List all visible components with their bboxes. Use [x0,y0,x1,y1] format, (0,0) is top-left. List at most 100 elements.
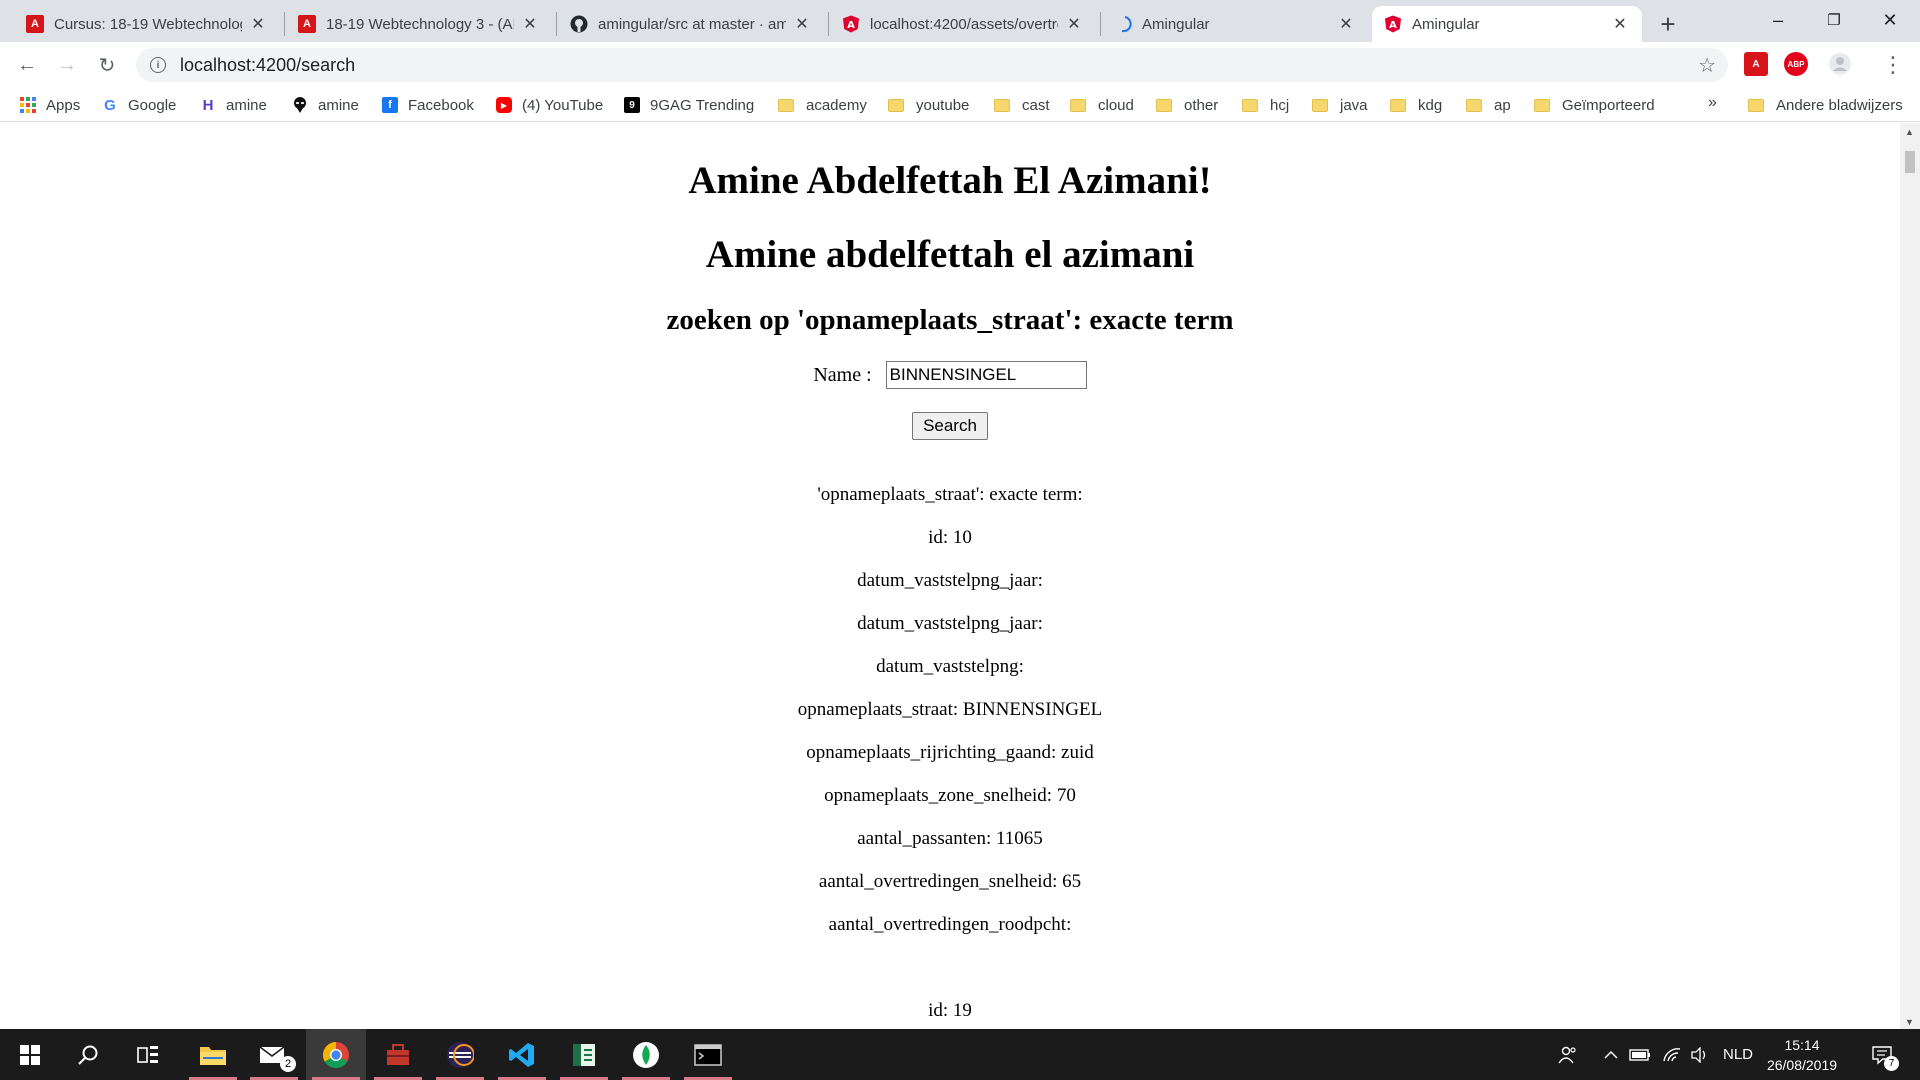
reload-button[interactable]: ↻ [90,48,124,82]
bookmark-label: cast [1022,96,1050,114]
acrobat-icon: A [298,15,316,33]
search-button[interactable]: Search [912,412,988,440]
volume-icon[interactable] [1688,1029,1712,1080]
bookmark-label: hcj [1270,96,1290,114]
taskbar-vscode[interactable] [492,1029,552,1080]
result-field: datum_vaststelpng_jaar: [857,613,1043,634]
search-button[interactable] [58,1029,118,1080]
bookmark-folder-java[interactable]: java [1312,94,1368,116]
svg-text:A: A [1389,20,1397,31]
browser-tab[interactable]: Amingular ✕ [1102,6,1368,42]
taskbar-chrome[interactable] [306,1029,366,1080]
close-icon[interactable]: ✕ [248,14,268,34]
bookmark-youtube[interactable]: ▶ (4) YouTube [496,94,603,116]
bookmark-label: Facebook [408,96,474,114]
close-icon[interactable]: ✕ [1064,14,1084,34]
people-icon[interactable] [1554,1029,1582,1080]
language-indicator[interactable]: NLD [1718,1029,1758,1080]
taskbar-file-explorer[interactable] [183,1029,243,1080]
apps-grid-icon [20,97,36,113]
maximize-button[interactable]: ❐ [1806,0,1862,40]
scrollbar-thumb[interactable] [1905,151,1915,173]
name-input[interactable] [885,361,1087,389]
taskbar-spreadsheet[interactable] [554,1029,614,1080]
alien-icon [292,97,308,113]
new-tab-button[interactable]: + [1652,8,1684,40]
bookmark-folder-hcj[interactable]: hcj [1242,94,1289,116]
close-icon[interactable]: ✕ [520,14,540,34]
folder-icon [1466,98,1482,112]
bookmark-folder-youtube[interactable]: youtube [888,94,969,116]
result-field: opnameplaats_rijrichting_gaand: zuid [806,742,1094,763]
tab-title: Cursus: 18-19 Webtechnolog [54,15,242,33]
close-icon[interactable]: ✕ [1336,14,1356,34]
close-icon[interactable]: ✕ [1610,14,1630,34]
9gag-icon: 9 [624,97,640,113]
close-window-button[interactable]: ✕ [1862,0,1918,40]
notification-badge: 7 [1884,1056,1899,1071]
address-bar[interactable]: i localhost:4200/search ☆ [136,48,1728,82]
bookmark-amine-alien[interactable]: amine [292,94,359,116]
menu-button[interactable]: ⋮ [1876,48,1910,82]
spreadsheet-icon [573,1043,595,1066]
arrow-right-icon: → [57,53,77,76]
result-field: aantal_overtredingen_roodpcht: [828,914,1072,935]
bookmark-folder-geimporteerd[interactable]: Geïmporteerd [1534,94,1655,116]
close-icon[interactable]: ✕ [792,14,812,34]
page-scrollbar[interactable]: ▲ ▼ [1900,123,1920,1029]
taskbar-mail[interactable]: 2 [244,1029,304,1080]
bookmark-label: amine [226,96,267,114]
bookmark-folder-other[interactable]: other [1156,94,1218,116]
bookmark-folder-cast[interactable]: cast [994,94,1050,116]
bookmark-star-icon[interactable]: ☆ [1698,53,1716,78]
back-button[interactable]: ← [10,48,44,82]
browser-tab[interactable]: amingular/src at master · ami ✕ [558,6,824,42]
tab-title: Amingular [1142,15,1210,33]
bookmark-folder-cloud[interactable]: cloud [1070,94,1134,116]
notification-center-button[interactable]: 7 [1862,1029,1902,1080]
taskbar-terminal[interactable] [678,1029,738,1080]
bookmark-folder-academy[interactable]: academy [778,94,867,116]
info-icon[interactable]: i [150,57,166,73]
bookmark-apps[interactable]: Apps [20,94,80,116]
minimize-button[interactable]: – [1750,0,1806,40]
profile-avatar[interactable] [1828,52,1852,76]
browser-tab-active[interactable]: A Amingular ✕ [1372,6,1642,42]
acrobat-extension-icon[interactable]: A [1744,52,1768,76]
bookmarks-overflow-button[interactable]: » [1708,94,1717,112]
scroll-down-icon[interactable]: ▼ [1905,1017,1914,1027]
browser-tab[interactable]: A 18-19 Webtechnology 3 - (AI ✕ [286,6,552,42]
forward-button[interactable]: → [50,48,84,82]
other-bookmarks-folder[interactable]: Andere bladwijzers [1748,94,1903,116]
task-view-button[interactable] [118,1029,178,1080]
page-subtitle: Amine abdelfettah el azimani [705,233,1195,276]
tab-separator [828,12,829,36]
browser-tab[interactable]: A localhost:4200/assets/overtre ✕ [830,6,1096,42]
tab-title: Amingular [1412,15,1480,33]
system-clock[interactable]: 15:14 26/08/2019 [1762,1035,1842,1075]
result-field: datum_vaststelpng_jaar: [857,570,1043,591]
bookmark-folder-kdg[interactable]: kdg [1390,94,1442,116]
bookmark-facebook[interactable]: f Facebook [382,94,474,116]
taskbar-mongodb[interactable] [616,1029,676,1080]
scroll-up-icon[interactable]: ▲ [1905,127,1914,137]
github-icon [570,15,588,33]
tab-title: 18-19 Webtechnology 3 - (AI [326,15,514,33]
chevron-up-icon[interactable] [1600,1029,1622,1080]
url-text[interactable]: localhost:4200/search [180,55,355,76]
start-button[interactable] [0,1029,60,1080]
bookmark-folder-ap[interactable]: ap [1466,94,1511,116]
adblock-extension-icon[interactable]: ABP [1784,52,1808,76]
folder-icon [778,98,794,112]
taskbar-eclipse[interactable] [430,1029,490,1080]
bookmark-google[interactable]: G Google [102,94,176,116]
bookmark-amine-hackmd[interactable]: H amine [200,94,267,116]
battery-icon[interactable] [1628,1029,1652,1080]
folder-icon [1070,98,1086,112]
taskbar-toolbox[interactable] [368,1029,428,1080]
bookmark-9gag[interactable]: 9 9GAG Trending [624,94,754,116]
task-view-icon [137,1045,158,1063]
browser-tab[interactable]: A Cursus: 18-19 Webtechnolog ✕ [14,6,280,42]
mail-badge: 2 [280,1056,296,1072]
wifi-icon[interactable] [1660,1029,1684,1080]
